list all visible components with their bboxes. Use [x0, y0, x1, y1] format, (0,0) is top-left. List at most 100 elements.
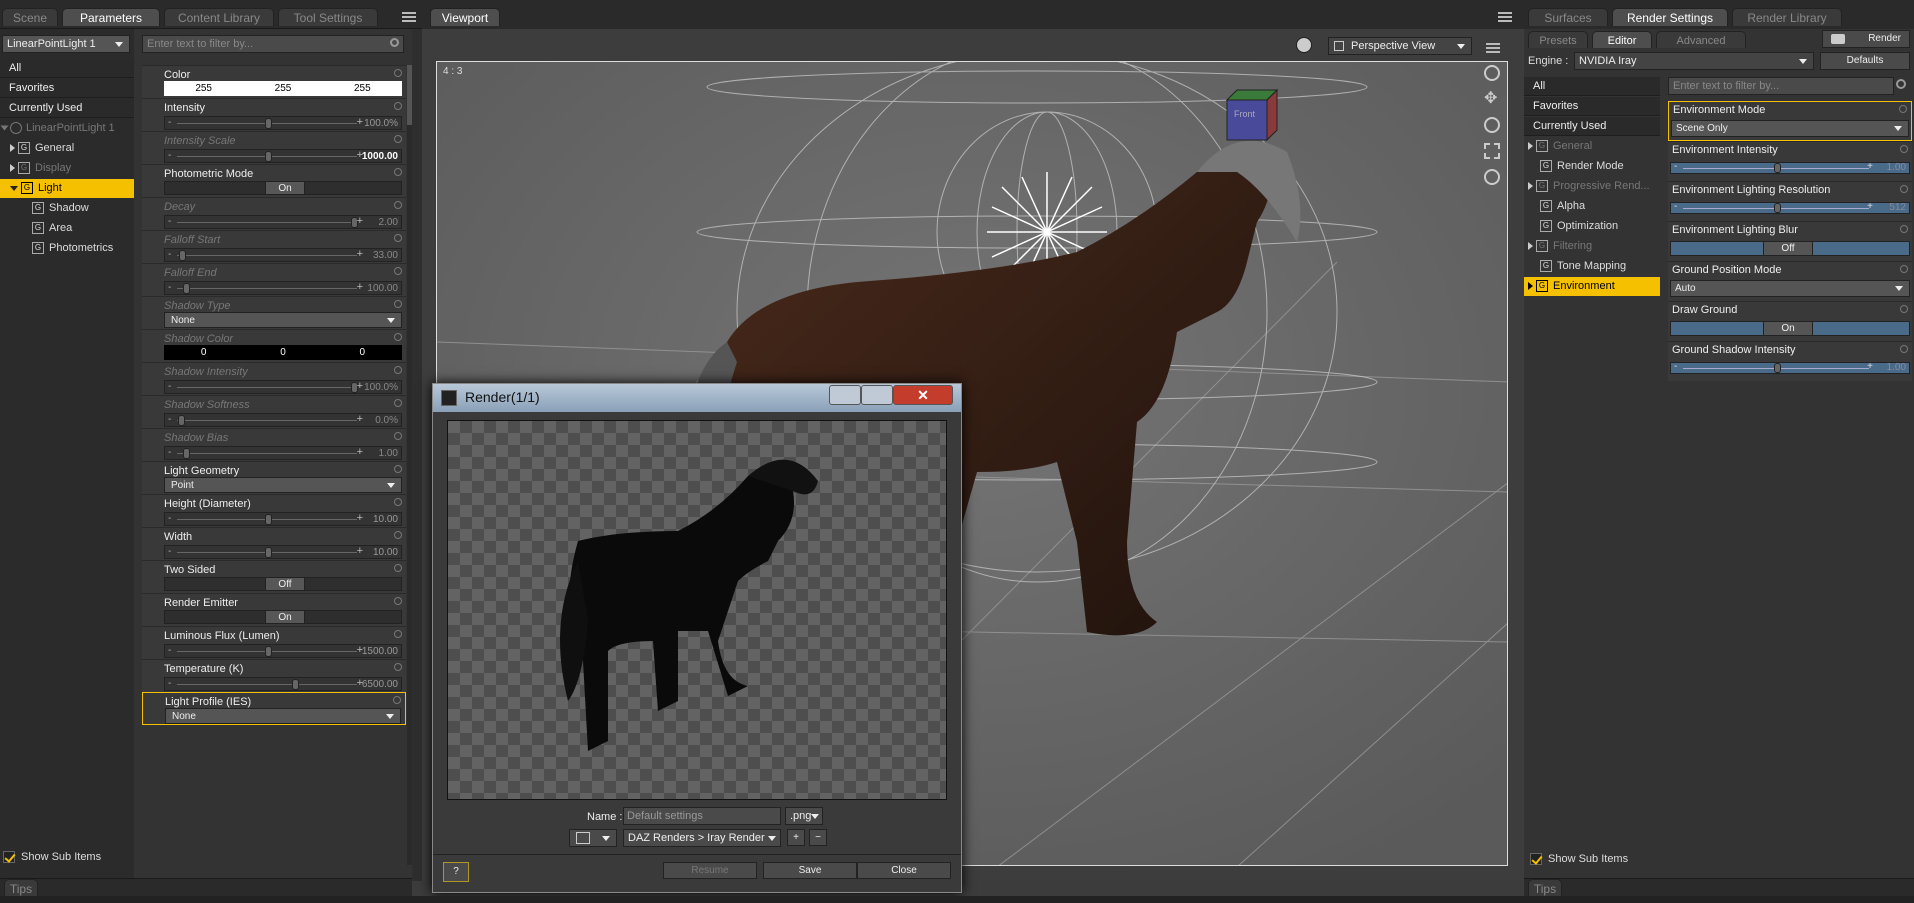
defaults-button[interactable]: Defaults [1820, 52, 1910, 70]
list-item-favorites[interactable]: Favorites [0, 79, 134, 98]
pan-icon[interactable]: ✥ [1484, 91, 1500, 107]
increment-icon[interactable]: + [1867, 361, 1873, 372]
increment-icon[interactable]: + [1867, 161, 1873, 172]
slider-value[interactable]: 33.00 [373, 250, 398, 261]
decrement-icon[interactable]: - [168, 117, 171, 128]
param-slider[interactable]: - +100.0% [164, 380, 402, 394]
minimize-icon[interactable] [829, 385, 861, 405]
slider-value[interactable]: 10.00 [373, 547, 398, 558]
dialog-titlebar[interactable]: Render(1/1) ✕ [433, 384, 961, 412]
collapse-arrow-icon[interactable] [10, 185, 18, 191]
list-item-all[interactable]: All [1524, 77, 1660, 96]
slider-knob[interactable] [1774, 163, 1781, 173]
maximize-icon[interactable] [861, 385, 893, 405]
color-channel-value[interactable]: 255 [243, 81, 322, 96]
increment-icon[interactable]: + [1867, 201, 1873, 212]
gear-icon[interactable] [1900, 145, 1908, 153]
increment-icon[interactable]: + [357, 380, 363, 392]
render-tree-item-render-mode[interactable]: G Render Mode [1524, 157, 1660, 176]
slider-track[interactable] [177, 222, 357, 223]
slider-value[interactable]: 1.00 [379, 448, 398, 459]
param-slider[interactable]: - +10.00 [164, 545, 402, 559]
color-channel-value[interactable]: 0 [164, 345, 243, 360]
toggle-button[interactable]: On [265, 181, 305, 195]
increment-icon[interactable]: + [357, 446, 363, 458]
view-cube-label[interactable]: Front [1234, 109, 1255, 119]
render-tree-item-alpha[interactable]: G Alpha [1524, 197, 1660, 216]
name-input[interactable]: Default settings [623, 807, 781, 825]
engine-select[interactable]: NVIDIA Iray [1574, 52, 1814, 70]
resume-button[interactable]: Resume [663, 862, 757, 879]
render-slider[interactable]: - +512 [1670, 201, 1910, 214]
color-channel-value[interactable]: 255 [323, 81, 402, 96]
viewport-options-icon[interactable] [1486, 43, 1500, 53]
color-channel-value[interactable]: 0 [323, 345, 402, 360]
viewport-menu-icon[interactable] [1498, 12, 1512, 22]
render-tree-item-tone-mapping[interactable]: G Tone Mapping [1524, 257, 1660, 276]
color-channel-value[interactable]: 0 [243, 345, 322, 360]
param-slider[interactable]: - +1000.00 [164, 149, 402, 163]
slider-value[interactable]: 100.0% [364, 118, 398, 129]
panel-menu-icon[interactable] [402, 12, 416, 22]
slider-value[interactable]: 512 [1889, 202, 1906, 213]
orbit-icon[interactable] [1484, 65, 1500, 81]
slider-knob[interactable] [292, 679, 300, 690]
gear-icon[interactable] [1900, 345, 1908, 353]
list-item-all[interactable]: All [0, 59, 134, 78]
param-slider[interactable]: - +33.00 [164, 248, 402, 262]
slider-track[interactable] [177, 684, 357, 685]
render-slider[interactable]: - +1.00 [1670, 361, 1910, 374]
decrement-icon[interactable]: - [168, 150, 171, 161]
param-slider[interactable]: - +2.00 [164, 215, 402, 229]
param-slider[interactable]: - +100.0% [164, 116, 402, 130]
param-slider[interactable]: - +10.00 [164, 512, 402, 526]
gear-icon[interactable] [394, 597, 402, 605]
toggle-button[interactable]: On [265, 610, 305, 624]
tree-root[interactable]: LinearPointLight 1 [0, 119, 132, 138]
render-tree-item-environment[interactable]: G Environment [1524, 277, 1660, 296]
decrement-icon[interactable]: - [168, 645, 171, 656]
filter-input[interactable]: Enter text to filter by... [142, 35, 404, 53]
slider-value[interactable]: 1000.00 [362, 151, 398, 162]
render-preview-icon[interactable] [1296, 37, 1312, 53]
tree-item-photometrics[interactable]: G Photometrics [0, 239, 134, 258]
slider-knob[interactable] [177, 415, 185, 426]
tree-item-display[interactable]: G Display [0, 159, 134, 178]
close-button[interactable]: Close [857, 862, 951, 879]
render-tree-item-filtering[interactable]: G Filtering [1524, 237, 1660, 256]
gear-icon[interactable] [394, 663, 402, 671]
gear-icon[interactable] [394, 630, 402, 638]
render-slider[interactable]: - +1.00 [1670, 161, 1910, 174]
subtab-presets[interactable]: Presets [1528, 31, 1588, 48]
slider-knob[interactable] [265, 646, 272, 657]
slider-knob[interactable] [1774, 203, 1781, 213]
tree-item-shadow[interactable]: G Shadow [0, 199, 134, 218]
slider-knob[interactable] [265, 514, 272, 525]
decrement-icon[interactable]: - [1674, 361, 1677, 372]
gear-icon[interactable] [393, 696, 401, 704]
remove-path-button[interactable]: − [809, 829, 827, 846]
toggle-button[interactable]: Off [1763, 241, 1813, 256]
save-button[interactable]: Save [763, 862, 857, 879]
tree-item-general[interactable]: G General [0, 139, 134, 158]
increment-icon[interactable]: + [357, 281, 363, 293]
gear-icon[interactable] [394, 333, 402, 341]
expand-arrow-icon[interactable] [10, 144, 15, 153]
image-type-select[interactable] [569, 829, 617, 847]
gear-icon[interactable] [394, 267, 402, 275]
format-select[interactable]: .png [785, 807, 823, 825]
decrement-icon[interactable]: - [168, 216, 171, 227]
gear-icon[interactable] [1900, 225, 1908, 233]
render-dropdown[interactable]: Auto [1670, 280, 1910, 297]
tree-item-area[interactable]: G Area [0, 219, 134, 238]
gear-icon[interactable] [394, 366, 402, 374]
slider-value[interactable]: 2.00 [379, 217, 398, 228]
slider-value[interactable]: 1.00 [1887, 362, 1906, 373]
expand-arrow-icon[interactable] [1528, 242, 1533, 251]
expand-arrow-icon[interactable] [1528, 142, 1533, 151]
decrement-icon[interactable]: - [168, 414, 171, 425]
slider-track[interactable] [177, 255, 357, 256]
slider-value[interactable]: 0.0% [375, 415, 398, 426]
close-icon[interactable]: ✕ [893, 385, 953, 405]
color-swatch[interactable]: 255 255 255 [164, 81, 402, 96]
